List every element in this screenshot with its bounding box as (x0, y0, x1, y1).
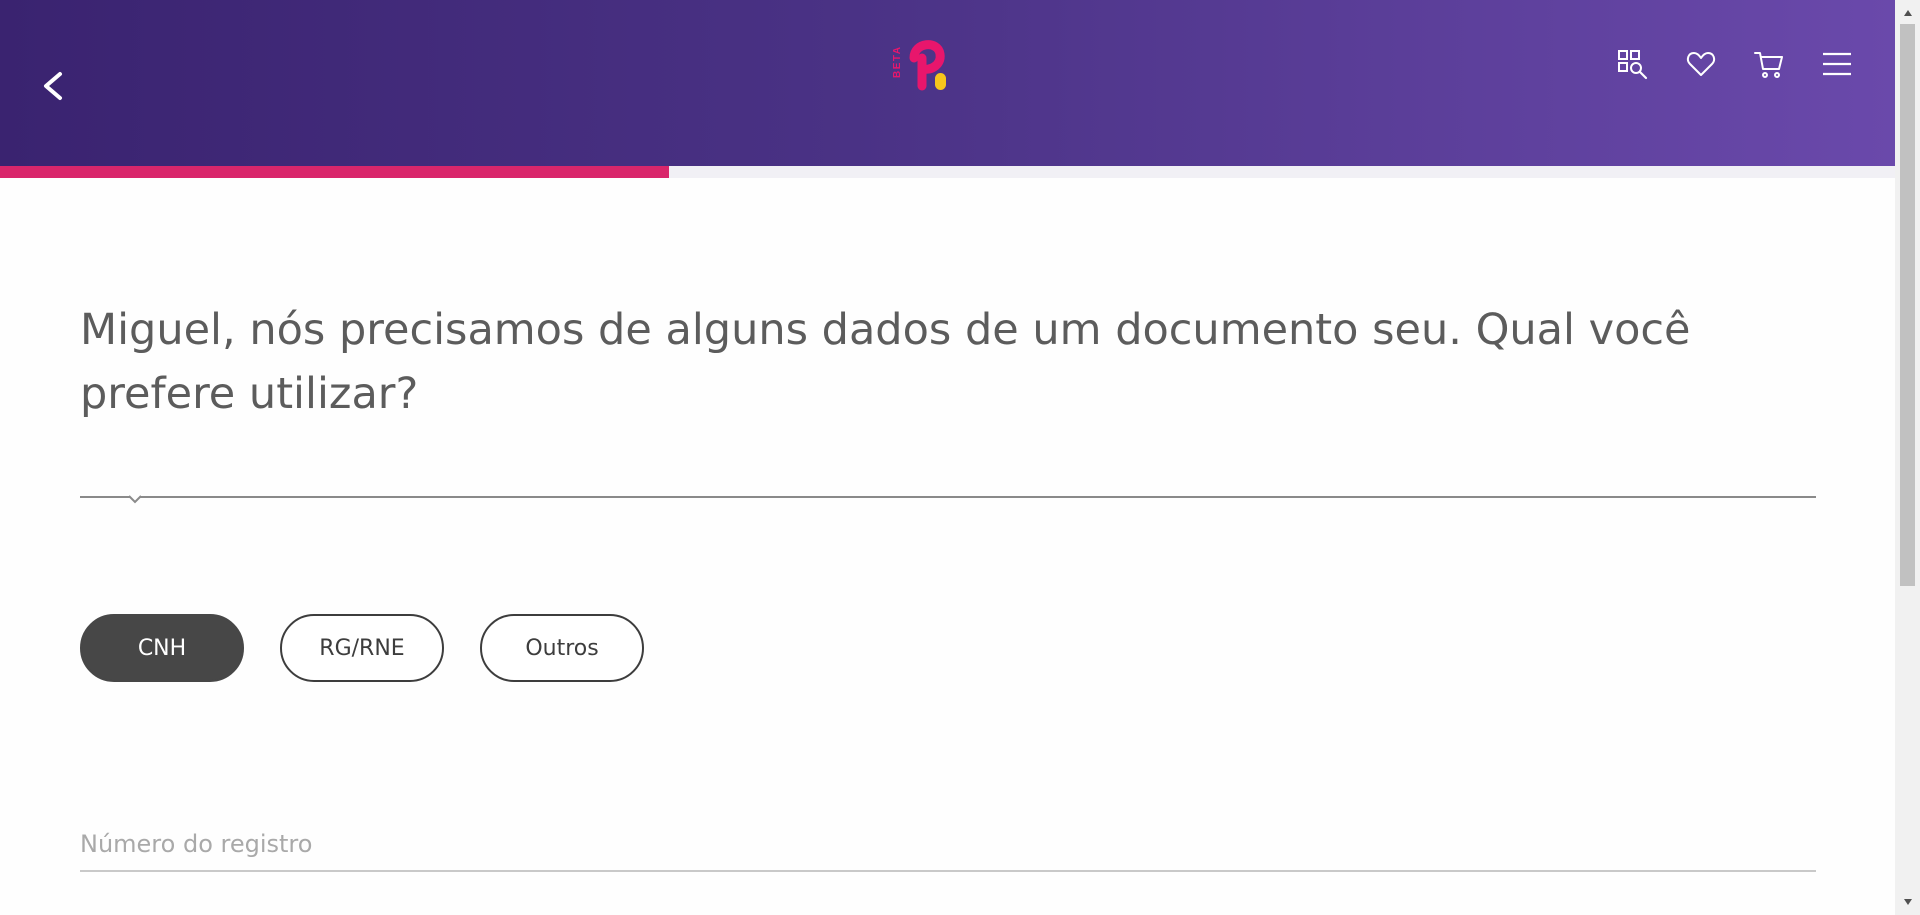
scroll-down-icon (1903, 899, 1912, 905)
cart-icon (1754, 52, 1783, 78)
beta-badge: BETA (892, 46, 903, 78)
back-button[interactable] (36, 66, 72, 106)
header-actions (1617, 48, 1853, 80)
question-text: Miguel, nós precisamos de alguns dados d… (80, 305, 1691, 419)
scroll-up-icon (1903, 10, 1912, 16)
divider-notch-icon (128, 495, 142, 504)
vertical-scrollbar[interactable] (1895, 0, 1920, 915)
section-divider (80, 496, 1816, 498)
menu-button[interactable] (1821, 48, 1853, 80)
registration-number-field (80, 826, 1816, 872)
option-rg-rne-button[interactable]: RG/RNE (280, 614, 444, 682)
catalog-search-icon (1618, 50, 1648, 80)
option-cnh-button[interactable]: CNH (80, 614, 244, 682)
progress-bar-fill (0, 166, 669, 178)
brand-logo[interactable]: BETA (888, 28, 960, 98)
app-header: BETA (0, 0, 1895, 166)
registration-number-input[interactable] (80, 826, 1816, 870)
option-outros-button[interactable]: Outros (480, 614, 644, 682)
heart-icon (1686, 52, 1716, 76)
scroll-down-button[interactable] (1895, 891, 1920, 913)
catalog-search-button[interactable] (1617, 48, 1649, 80)
menu-icon (1823, 52, 1851, 76)
scroll-up-button[interactable] (1895, 2, 1920, 24)
scrollbar-thumb[interactable] (1900, 24, 1915, 586)
page: BETA Miguel, nós precisamos de alguns da… (0, 0, 1895, 915)
logo-mark: BETA (892, 40, 946, 91)
chevron-left-icon (44, 72, 62, 100)
progress-bar (0, 166, 1895, 178)
document-type-options: CNH RG/RNE Outros (80, 614, 644, 682)
cart-button[interactable] (1753, 48, 1785, 80)
favorites-button[interactable] (1685, 48, 1717, 80)
input-underline (80, 870, 1816, 872)
